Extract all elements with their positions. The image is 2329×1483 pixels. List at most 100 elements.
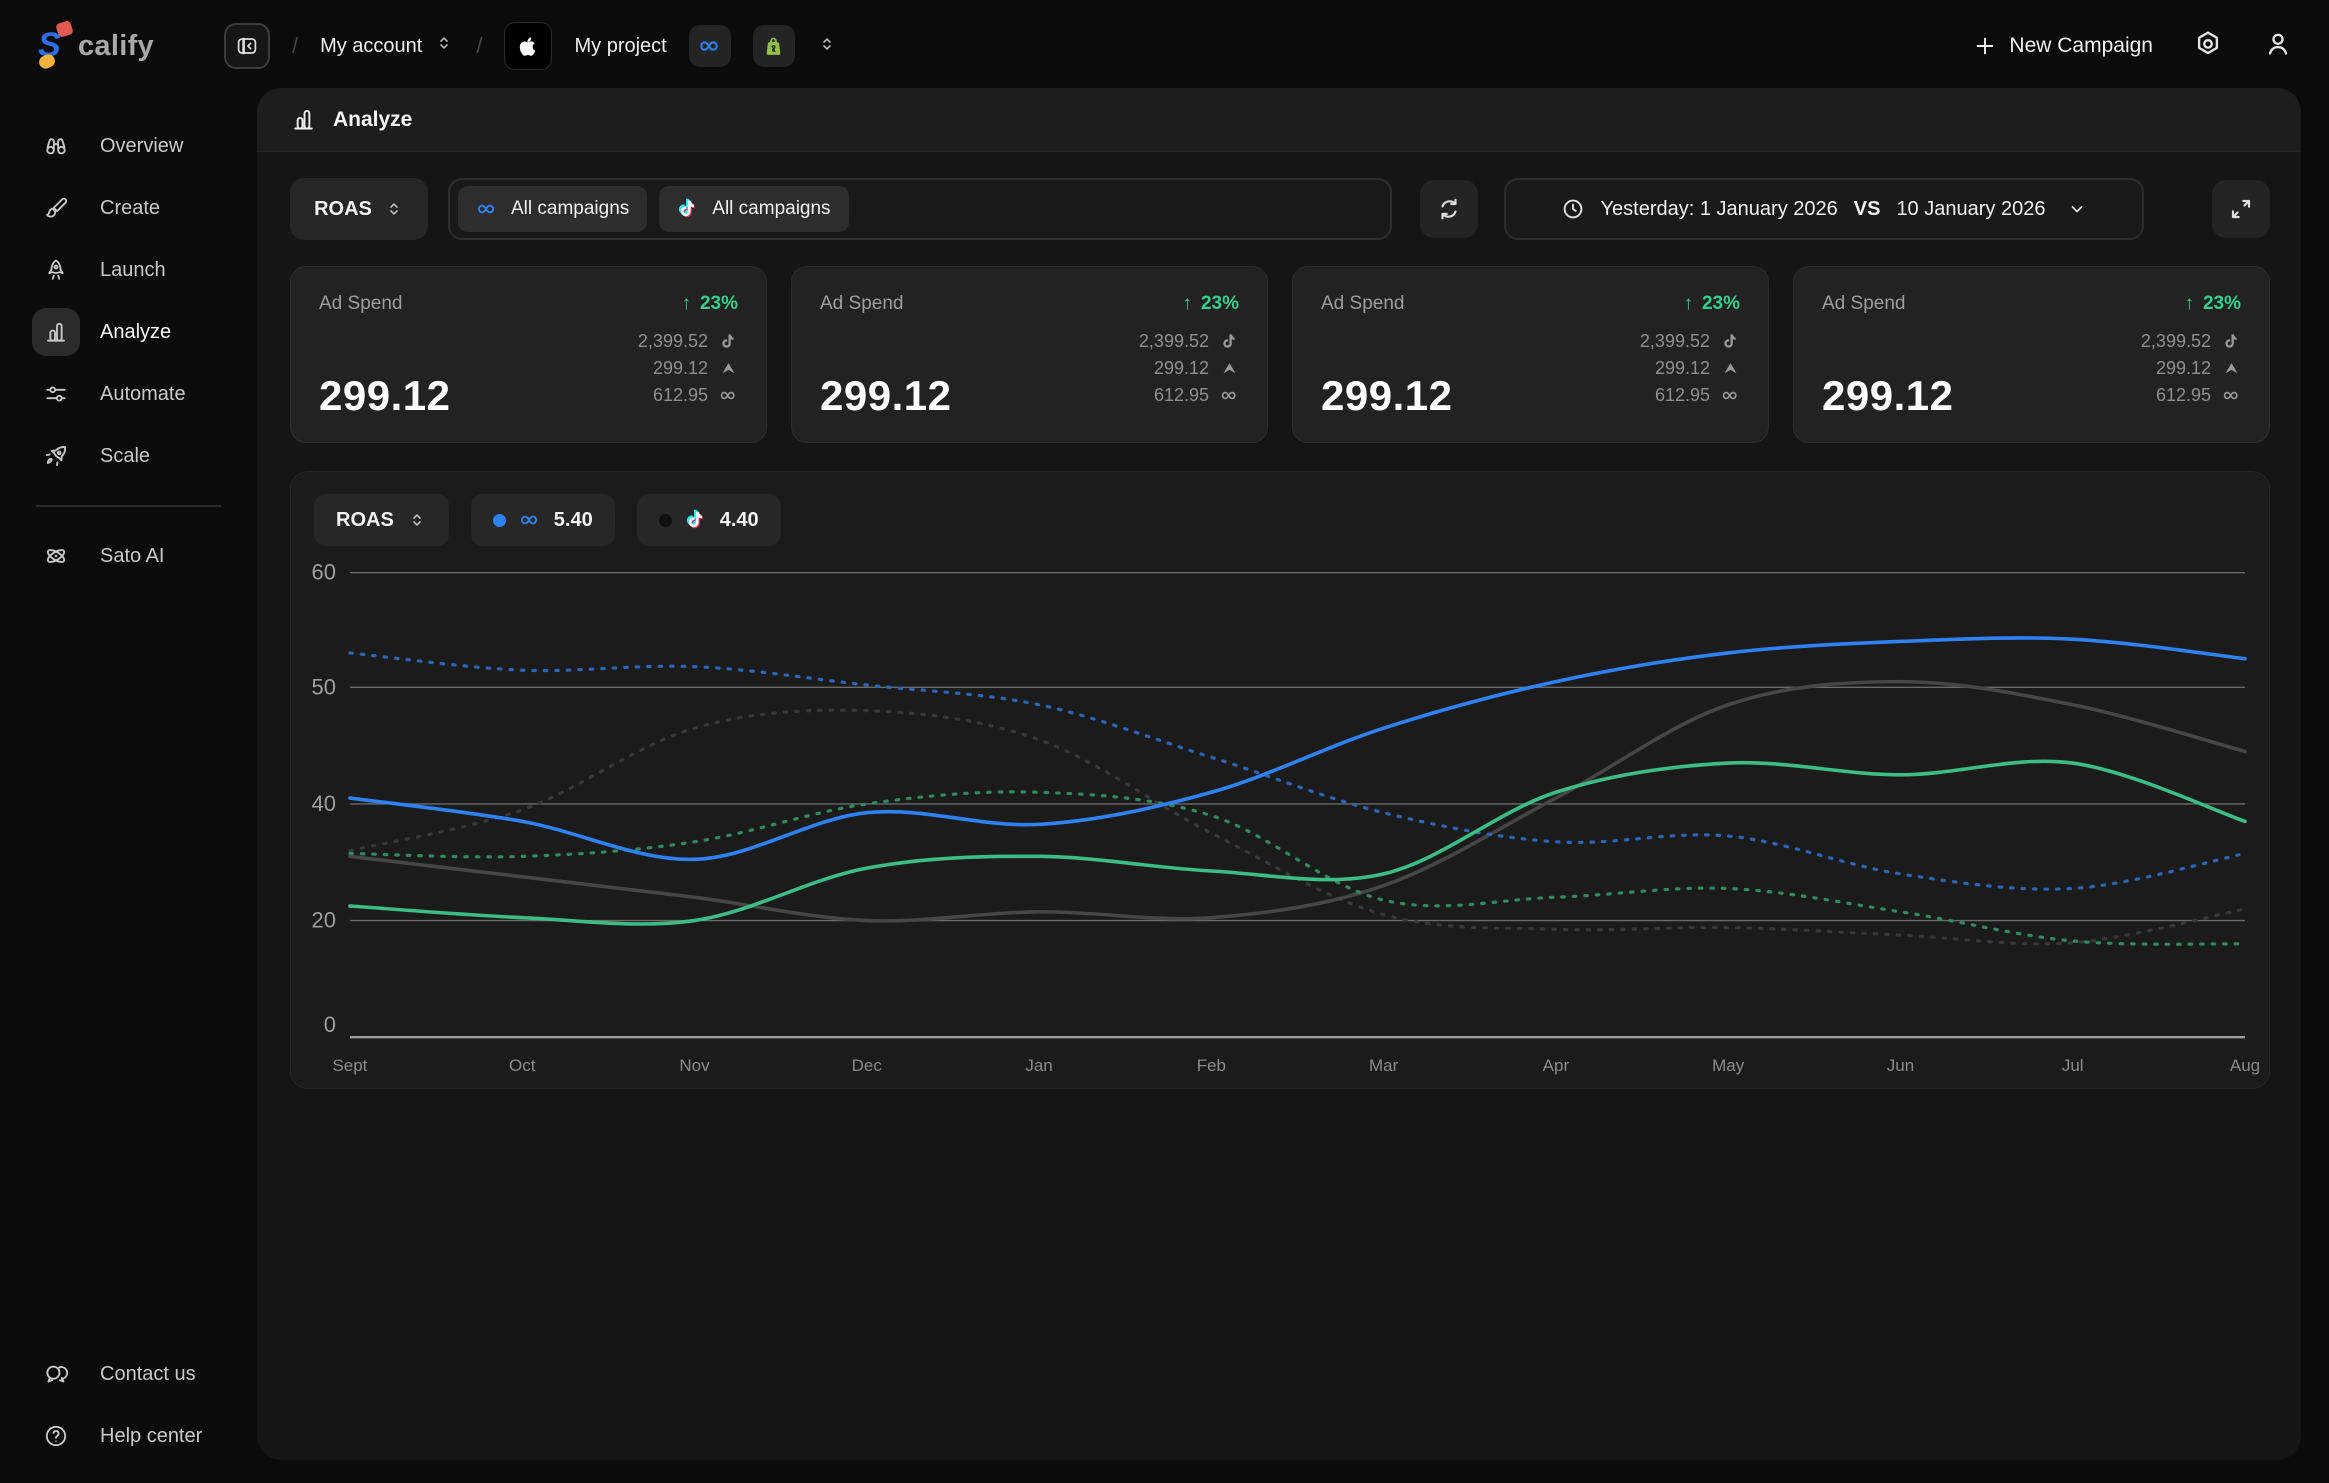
x-tick-label-aug: Aug [2230, 1056, 2260, 1075]
fullscreen-button[interactable] [2212, 180, 2270, 238]
app-window: { "topbar": { "logo_letter": "S", "logo_… [0, 0, 2329, 1483]
kpi-change-badge: ↑ 23% [1182, 293, 1239, 315]
x-tick-label-jan: Jan [1025, 1056, 1052, 1075]
meta-series-dot [493, 514, 506, 527]
tiktok-campaigns-label: All campaigns [712, 198, 830, 220]
new-campaign-label: New Campaign [2009, 34, 2153, 58]
project-shopify-badge[interactable] [753, 25, 795, 67]
sidebar-collapse-button[interactable] [224, 23, 270, 69]
tiktok-series-dot [659, 514, 672, 527]
legend-tiktok-chip[interactable]: 4.40 [637, 494, 781, 546]
x-tick-label-may: May [1712, 1056, 1745, 1075]
breadcrumb: / My account / My project [224, 22, 837, 70]
sidebar-item-launch[interactable]: Launch [0, 239, 257, 301]
kpi-breakdown-row: 299.12 [1154, 358, 1239, 379]
project-app-badge[interactable] [504, 22, 552, 70]
kpi-change-value: 23% [2203, 293, 2241, 315]
kpi-breakdown-row: 299.12 [2156, 358, 2241, 379]
kpi-card-1[interactable]: Ad Spend ↑ 23% 2,399.52299.12612.95 299.… [290, 266, 767, 443]
kpi-breakdown-row: 612.95 [1154, 385, 1239, 406]
meta-campaigns-chip[interactable]: All campaigns [458, 186, 647, 232]
kpi-cards-row: Ad Spend ↑ 23% 2,399.52 299.12 612.95 299.… [290, 266, 2270, 443]
plus-icon [1973, 34, 1997, 58]
account-switcher[interactable]: My account [320, 33, 454, 59]
sidebar-item-create[interactable]: Create [0, 177, 257, 239]
tiktok-icon [685, 509, 707, 531]
user-icon [2263, 29, 2293, 59]
refresh-button[interactable] [1420, 180, 1478, 238]
project-switcher[interactable]: My project [574, 35, 666, 58]
shopify-icon [762, 35, 785, 58]
roas-line-chart[interactable]: 605040200SeptOctNovDecJanFebMarAprMayJun… [291, 472, 2269, 1088]
apple-icon [515, 33, 541, 59]
tiktok-icon [1721, 332, 1740, 351]
sidebar-item-scale[interactable]: Scale [0, 425, 257, 487]
expand-icon [2228, 196, 2254, 222]
chat-icon [43, 1361, 69, 1387]
chart-panel: ROAS 5.40 4.40 605040200SeptOctNovDecJan… [290, 471, 2270, 1089]
date-range-select[interactable]: Yesterday: 1 January 2026 VS 10 January … [1504, 178, 2144, 240]
meta-roas-value: 5.40 [554, 509, 593, 532]
x-tick-label-jul: Jul [2062, 1056, 2084, 1075]
metric-select[interactable]: ROAS [290, 178, 428, 240]
tiktok-icon [2222, 332, 2241, 351]
chart-metric-select[interactable]: ROAS [314, 494, 449, 546]
tiktok-icon [1220, 332, 1239, 351]
legend-meta-chip[interactable]: 5.40 [471, 494, 615, 546]
kpi-breakdown-value: 299.12 [653, 358, 708, 379]
kpi-card-3[interactable]: Ad Spend ↑ 23% 2,399.52299.12612.95 299.… [1292, 266, 1769, 443]
sidebar-item-help-center[interactable]: Help center [0, 1405, 257, 1467]
kpi-breakdown-value: 612.95 [1655, 385, 1710, 406]
sidebar-item-analyze[interactable]: Analyze [0, 301, 257, 363]
kpi-breakdown-row: 612.95 [1655, 385, 1740, 406]
x-tick-label-feb: Feb [1197, 1056, 1226, 1075]
kpi-breakdown-value: 299.12 [1154, 358, 1209, 379]
y-tick-label: 0 [324, 1012, 336, 1037]
kpi-title: Ad Spend [319, 293, 402, 315]
help-circle-icon [43, 1423, 69, 1449]
x-tick-label-oct: Oct [509, 1056, 536, 1075]
kpi-breakdown-row: 299.12 [653, 358, 738, 379]
sidebar-item-overview[interactable]: Overview [0, 115, 257, 177]
new-campaign-button[interactable]: New Campaign [1973, 34, 2153, 58]
kpi-breakdown-row: 612.95 [653, 385, 738, 406]
meta-icon [698, 34, 722, 58]
kpi-value: 299.12 [1321, 372, 1452, 420]
date-range-compare: 10 January 2026 [1896, 198, 2045, 221]
arrowhead-icon [719, 359, 738, 378]
kpi-breakdown-value: 299.12 [2156, 358, 2211, 379]
kpi-breakdown: 2,399.52299.12612.95 [2141, 331, 2241, 406]
atom-icon [43, 543, 69, 569]
kpi-breakdown-value: 612.95 [653, 385, 708, 406]
app-logo[interactable]: S calify [36, 22, 154, 70]
sidebar-item-contact-us[interactable]: Contact us [0, 1343, 257, 1405]
kpi-breakdown-value: 2,399.52 [2141, 331, 2211, 352]
chart-line-tiktok-current [350, 761, 2245, 924]
kpi-change-value: 23% [1201, 293, 1239, 315]
kpi-change-value: 23% [1702, 293, 1740, 315]
settings-button[interactable] [2193, 29, 2223, 64]
sidebar-nav: Overview Create Launch Analyze Automate … [0, 115, 257, 587]
kpi-card-2[interactable]: Ad Spend ↑ 23% 2,399.52299.12612.95 299.… [791, 266, 1268, 443]
brush-icon [43, 195, 69, 221]
meta-icon [519, 509, 541, 531]
kpi-breakdown-value: 2,399.52 [1139, 331, 1209, 352]
x-tick-label-sept: Sept [332, 1056, 367, 1075]
project-selector-toggle[interactable] [817, 34, 837, 59]
tiktok-roas-value: 4.40 [720, 509, 759, 532]
chart-line-combined-current [350, 682, 2245, 921]
kpi-title: Ad Spend [820, 293, 903, 315]
tiktok-campaigns-chip[interactable]: All campaigns [659, 186, 848, 232]
kpi-change-value: 23% [700, 293, 738, 315]
sidebar-item-automate[interactable]: Automate [0, 363, 257, 425]
meta-icon [719, 386, 738, 405]
project-meta-badge[interactable] [689, 25, 731, 67]
kpi-card-4[interactable]: Ad Spend ↑ 23% 2,399.52299.12612.95 299.… [1793, 266, 2270, 443]
sidebar-item-sato-ai[interactable]: Sato AI [0, 525, 257, 587]
x-tick-label-nov: Nov [679, 1056, 710, 1075]
bar-chart-icon [43, 319, 69, 345]
y-tick-label: 60 [312, 560, 336, 585]
topbar: S calify / My account / My project [0, 0, 2329, 92]
profile-button[interactable] [2263, 29, 2293, 64]
chevron-updown-icon [817, 34, 837, 54]
